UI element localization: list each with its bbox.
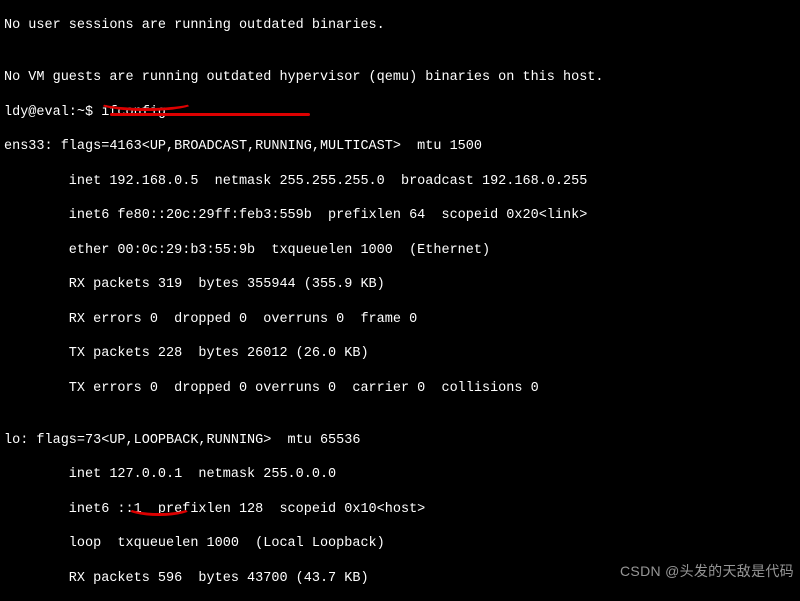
ifconfig-ens33-inet: inet 192.168.0.5 netmask 255.255.255.0 b… [4,173,796,190]
annotation-underline-icon [98,94,194,111]
ifconfig-ens33-ether: ether 00:0c:29:b3:55:9b txqueuelen 1000 … [4,242,796,259]
terminal-area[interactable]: No user sessions are running outdated bi… [0,0,800,601]
ifconfig-ens33-inet6: inet6 fe80::20c:29ff:feb3:559b prefixlen… [4,207,796,224]
ifconfig-ens33-txpkts: TX packets 228 bytes 26012 (26.0 KB) [4,345,796,362]
annotation-underline-icon [126,499,192,516]
ifconfig-lo-inet6: inet6 ::1 prefixlen 128 scopeid 0x10<hos… [4,501,796,518]
ifconfig-ens33-rxpkts: RX packets 319 bytes 355944 (355.9 KB) [4,276,796,293]
ifconfig-lo-rxpkts: RX packets 596 bytes 43700 (43.7 KB) [4,570,796,587]
ifconfig-lo-flags: lo: flags=73<UP,LOOPBACK,RUNNING> mtu 65… [4,432,796,449]
ifconfig-ens33-txerr: TX errors 0 dropped 0 overruns 0 carrier… [4,380,796,397]
msg-line: No user sessions are running outdated bi… [4,17,796,34]
ifconfig-lo-inet: inet 127.0.0.1 netmask 255.0.0.0 [4,466,796,483]
ifconfig-ens33-flags: ens33: flags=4163<UP,BROADCAST,RUNNING,M… [4,138,796,155]
ifconfig-ens33-rxerr: RX errors 0 dropped 0 overruns 0 frame 0 [4,311,796,328]
annotation-strike-icon [110,113,310,116]
ifconfig-lo-loop: loop txqueuelen 1000 (Local Loopback) [4,535,796,552]
msg-line: No VM guests are running outdated hyperv… [4,69,796,86]
